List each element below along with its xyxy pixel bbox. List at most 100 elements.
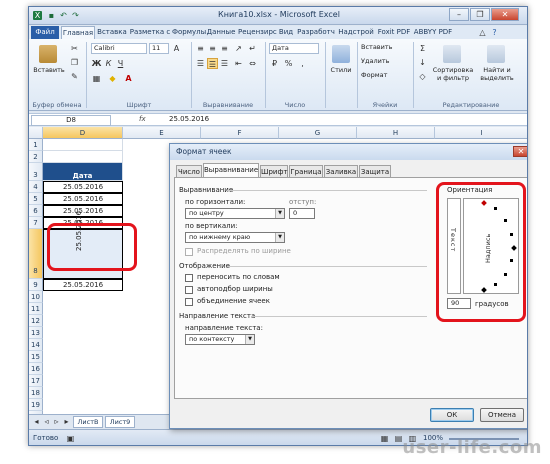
sheet-tab[interactable]: Лист9	[105, 416, 135, 428]
copy-icon[interactable]: ❐	[69, 57, 80, 68]
find-select-button[interactable]: Найти и выделить	[475, 66, 519, 82]
tab-abbyy[interactable]: ABBYY PDF	[413, 26, 453, 39]
row-header[interactable]: 4	[29, 181, 43, 193]
format-cells-button[interactable]: Формат	[361, 71, 411, 79]
row-header[interactable]: 11	[29, 303, 43, 315]
shrink-to-fit-checkbox[interactable]	[185, 286, 193, 294]
row-header[interactable]: 16	[29, 363, 43, 375]
column-header[interactable]: G	[279, 127, 357, 139]
tab-formulas[interactable]: Формулы	[172, 26, 206, 39]
font-name-combo[interactable]: Calibri	[91, 43, 147, 54]
close-button[interactable]: ✕	[491, 8, 519, 21]
row-header[interactable]: 18	[29, 387, 43, 399]
bold-button[interactable]: Ж	[91, 58, 102, 69]
fill-icon[interactable]: ↓	[417, 57, 428, 68]
tab-home[interactable]: Главная	[61, 26, 95, 39]
comma-icon[interactable]: ,	[297, 58, 308, 69]
minimize-button[interactable]: –	[449, 8, 469, 21]
row-header[interactable]: 7	[29, 217, 43, 229]
font-color-icon[interactable]: A	[123, 73, 134, 84]
format-painter-icon[interactable]: ✎	[69, 71, 80, 82]
tab-file[interactable]: Файл	[31, 26, 59, 39]
row-header[interactable]: 2	[29, 151, 43, 163]
chevron-down-icon[interactable]: ▼	[245, 335, 254, 344]
row-header[interactable]: 14	[29, 339, 43, 351]
clear-icon[interactable]: ◇	[417, 71, 428, 82]
chevron-down-icon[interactable]: ▼	[275, 233, 284, 242]
row-header[interactable]: 10	[29, 291, 43, 303]
row-header[interactable]: 19	[29, 399, 43, 411]
fx-icon[interactable]: fx	[139, 115, 146, 123]
row-header[interactable]: 9	[29, 279, 43, 291]
tab-view[interactable]: Вид	[277, 26, 295, 39]
help-icon[interactable]: ?	[489, 27, 500, 38]
column-header[interactable]: D	[43, 127, 123, 139]
tab-data[interactable]: Данные	[205, 26, 237, 39]
row-header[interactable]: 6	[29, 205, 43, 217]
cell-d1[interactable]	[43, 139, 123, 151]
horizontal-align-select[interactable]: по центру ▼	[185, 208, 285, 219]
tab-developer[interactable]: Разработч	[296, 26, 336, 39]
tab-alignment[interactable]: Выравнивание	[203, 163, 259, 178]
ok-button[interactable]: ОК	[430, 408, 474, 422]
font-size-combo[interactable]: 11	[149, 43, 169, 54]
row-header[interactable]: 8	[29, 229, 43, 279]
cancel-button[interactable]: Отмена	[480, 408, 524, 422]
macro-record-icon[interactable]: ▣	[65, 433, 76, 444]
borders-icon[interactable]: ▦	[91, 73, 102, 84]
chevron-down-icon[interactable]: ▼	[275, 209, 284, 218]
select-all-corner[interactable]	[29, 127, 43, 139]
dialog-close-button[interactable]: ✕	[513, 146, 527, 157]
align-top-icon[interactable]: ≡	[195, 43, 206, 54]
minimize-ribbon-icon[interactable]: △	[477, 27, 488, 38]
tab-insert[interactable]: Вставка	[96, 26, 128, 39]
merge-cells-checkbox[interactable]	[185, 298, 193, 306]
indent-decrease-icon[interactable]: ⇤	[233, 58, 244, 69]
fill-color-icon[interactable]: ◆	[107, 73, 118, 84]
normal-view-icon[interactable]: ▦	[379, 433, 390, 444]
number-format-combo[interactable]: Дата	[269, 43, 319, 54]
column-header[interactable]: H	[357, 127, 435, 139]
maximize-button[interactable]: ❐	[470, 8, 490, 21]
find-select-icon[interactable]	[487, 45, 505, 63]
align-middle-icon[interactable]: ≡	[207, 43, 218, 54]
tab-addins[interactable]: Надстрой	[337, 26, 375, 39]
align-left-icon[interactable]: ☰	[195, 58, 206, 69]
styles-button-label[interactable]: Стили	[327, 66, 355, 74]
name-box[interactable]: D8	[31, 115, 111, 126]
column-header[interactable]: I	[435, 127, 527, 139]
grow-font-icon[interactable]: A	[171, 43, 182, 54]
delete-cells-button[interactable]: Удалить	[361, 57, 411, 65]
align-bottom-icon[interactable]: ≡	[219, 43, 230, 54]
tab-review[interactable]: Рецензирс	[238, 26, 277, 39]
wrap-text-icon[interactable]: ↵	[247, 43, 258, 54]
redo-icon[interactable]: ↷	[71, 11, 80, 20]
sort-filter-button[interactable]: Сортировка и фильтр	[431, 66, 475, 82]
date-header-cell[interactable]: Дата	[43, 163, 123, 181]
row-header[interactable]: 5	[29, 193, 43, 205]
autosum-icon[interactable]: Σ	[417, 43, 428, 54]
paste-icon[interactable]	[39, 45, 57, 63]
distribute-checkbox[interactable]	[185, 248, 193, 256]
vertical-align-select[interactable]: по нижнему краю ▼	[185, 232, 285, 243]
row-header[interactable]: 17	[29, 375, 43, 387]
cell-d2[interactable]	[43, 151, 123, 163]
currency-icon[interactable]: ₽	[269, 58, 280, 69]
date-cell[interactable]: 25.05.2016	[43, 181, 123, 193]
text-direction-select[interactable]: по контексту ▼	[185, 334, 255, 345]
styles-icon[interactable]	[332, 45, 350, 63]
formula-input[interactable]: 25.05.2016	[169, 115, 209, 123]
save-icon[interactable]: ▪	[47, 11, 56, 20]
align-center-icon[interactable]: ☰	[207, 58, 218, 69]
row-header[interactable]: 12	[29, 315, 43, 327]
indent-spinner[interactable]: 0	[289, 208, 315, 219]
underline-button[interactable]: Ч	[115, 58, 126, 69]
sort-filter-icon[interactable]	[443, 45, 461, 63]
italic-button[interactable]: К	[103, 58, 114, 69]
percent-icon[interactable]: %	[283, 58, 294, 69]
column-header[interactable]: F	[201, 127, 279, 139]
column-header[interactable]: E	[123, 127, 201, 139]
insert-cells-button[interactable]: Вставить	[361, 43, 411, 51]
align-right-icon[interactable]: ☰	[219, 58, 230, 69]
sheet-tab[interactable]: ЛистВ	[73, 416, 103, 428]
